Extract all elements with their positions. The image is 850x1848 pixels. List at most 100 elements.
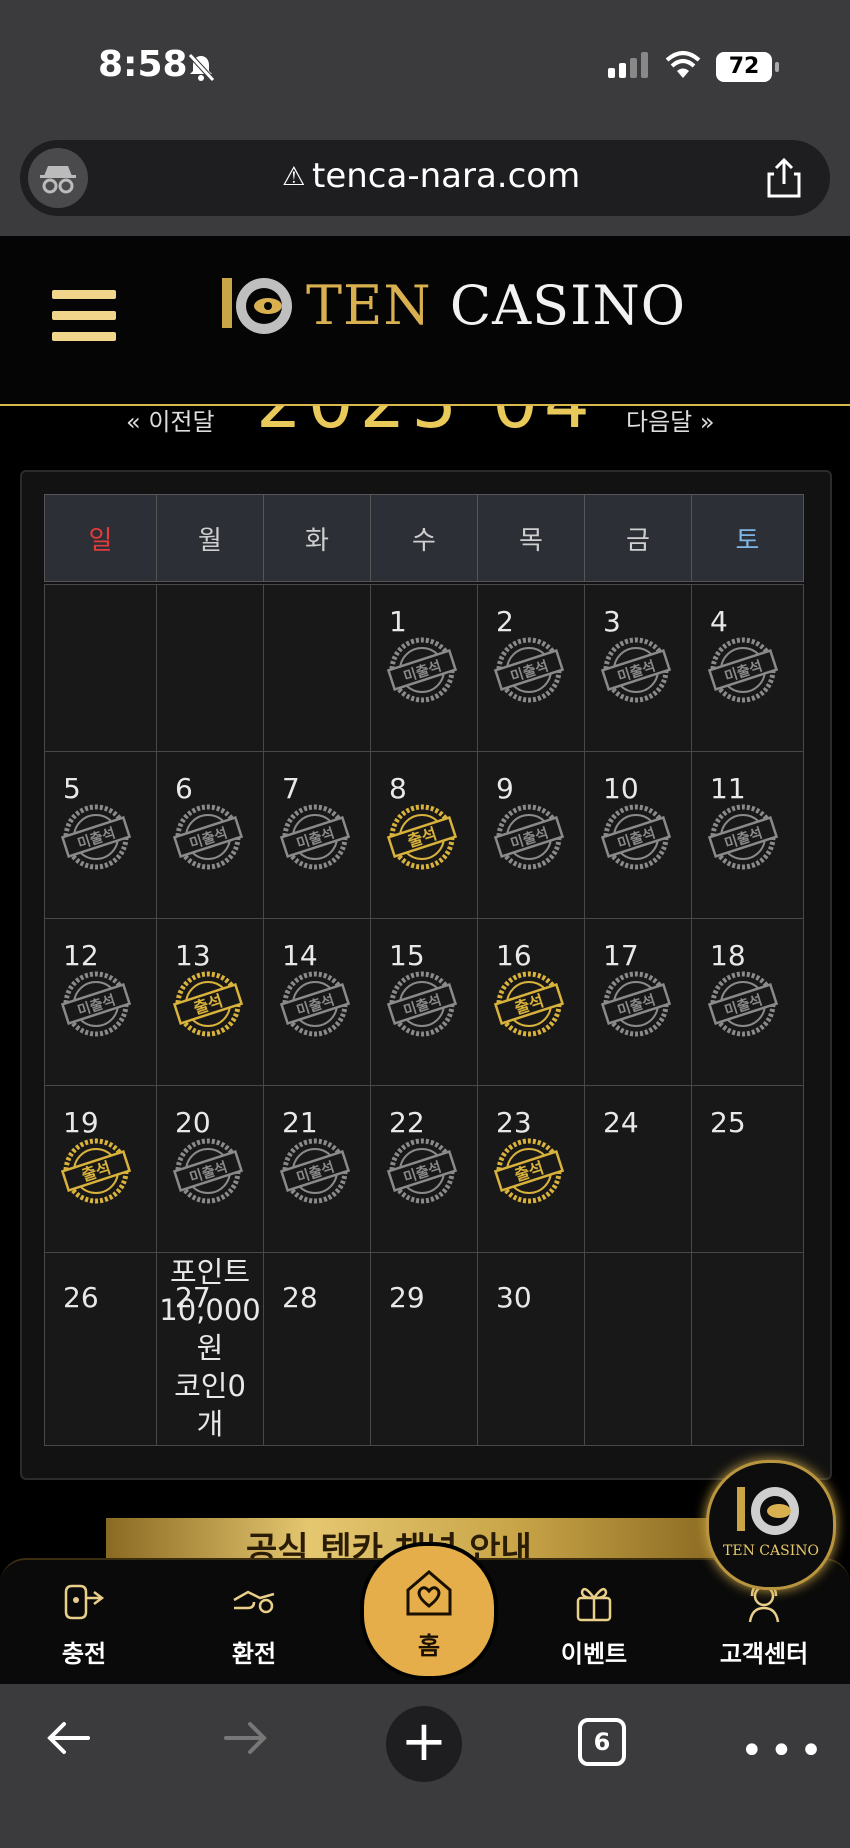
calendar-day-cell[interactable]: 22 미출석 — [370, 1085, 478, 1253]
svg-text:출석: 출석 — [79, 1158, 113, 1185]
warning-icon: ⚠ — [282, 162, 306, 192]
floating-logo-text: TEN CASINO — [723, 1543, 819, 1559]
browser-url-area: ⚠ tenca-nara.com — [0, 130, 850, 236]
month-navigation: « 이전달 2025 04 다음달 » — [0, 406, 850, 442]
new-tab-button[interactable]: + — [386, 1706, 462, 1782]
calendar-day-cell[interactable]: 17 미출석 — [584, 918, 692, 1086]
absent-stamp-icon: 미출석 — [387, 1138, 457, 1204]
weekday-sun: 일 — [44, 494, 157, 582]
wifi-icon — [665, 51, 701, 78]
attended-stamp-icon: 출석 — [173, 971, 243, 1037]
attended-stamp-icon: 출석 — [61, 1138, 131, 1204]
calendar-day-cell[interactable] — [156, 584, 264, 752]
nav-charge[interactable]: 충전 — [24, 1560, 144, 1686]
day-number: 7 — [282, 772, 300, 805]
day-number: 6 — [175, 772, 193, 805]
logo[interactable]: TEN CASINO — [218, 270, 686, 340]
calendar-day-cell[interactable]: 11 미출석 — [691, 751, 804, 919]
home-heart-icon — [406, 1570, 452, 1616]
calendar-day-cell[interactable]: 3 미출석 — [584, 584, 692, 752]
calendar-day-cell[interactable]: 29 — [370, 1252, 478, 1446]
floating-logo-button[interactable]: TEN CASINO — [706, 1460, 836, 1590]
calendar-day-cell[interactable] — [584, 1252, 692, 1446]
absent-stamp-icon: 미출석 — [708, 637, 778, 703]
day-number: 9 — [496, 772, 514, 805]
nav-home-button[interactable]: 홈 — [360, 1542, 498, 1680]
absent-stamp-icon: 미출석 — [61, 971, 131, 1037]
clock: 8:58 — [98, 44, 188, 85]
back-arrow-icon[interactable] — [42, 1712, 94, 1764]
calendar-day-cell[interactable]: 27 포인트 10,000 원 코인0 개 — [156, 1252, 264, 1446]
next-month-link[interactable]: 다음달 » — [626, 406, 715, 437]
forward-arrow-icon[interactable] — [220, 1712, 272, 1764]
calendar-day-cell[interactable]: 19 출석 — [44, 1085, 157, 1253]
calendar-day-cell[interactable] — [44, 584, 157, 752]
battery-indicator: 72 — [716, 52, 779, 82]
share-icon[interactable] — [764, 156, 804, 200]
calendar-day-cell[interactable]: 5 미출석 — [44, 751, 157, 919]
nav-exchange[interactable]: 환전 — [194, 1560, 314, 1686]
calendar-day-cell[interactable]: 9 미출석 — [477, 751, 585, 919]
svg-text:출석: 출석 — [191, 991, 225, 1018]
day-number: 26 — [63, 1281, 99, 1314]
calendar-day-cell[interactable] — [263, 584, 371, 752]
calendar-day-cell[interactable]: 15 미출석 — [370, 918, 478, 1086]
calendar-day-cell[interactable]: 18 미출석 — [691, 918, 804, 1086]
reward-line: 10,000 — [159, 1293, 261, 1327]
day-number: 29 — [389, 1281, 425, 1314]
address-bar[interactable]: ⚠ tenca-nara.com — [20, 140, 830, 216]
calendar-day-cell[interactable]: 1 미출석 — [370, 584, 478, 752]
calendar-day-cell[interactable]: 13 출석 — [156, 918, 264, 1086]
more-menu-icon[interactable]: ••• — [740, 1728, 829, 1774]
incognito-icon[interactable] — [28, 148, 88, 208]
absent-stamp-icon: 미출석 — [494, 804, 564, 870]
calendar-day-cell[interactable]: 7 미출석 — [263, 751, 371, 919]
reward-line: 포인트 — [169, 1255, 251, 1289]
weekday-header: 일 월 화 수 목 금 토 — [44, 494, 804, 582]
attended-stamp-icon: 출석 — [494, 971, 564, 1037]
absent-stamp-icon: 미출석 — [494, 637, 564, 703]
weekday-tue: 화 — [263, 494, 371, 582]
prev-month-link[interactable]: « 이전달 — [126, 406, 215, 437]
tab-count-button[interactable]: 6 — [578, 1718, 626, 1766]
calendar-day-cell[interactable] — [691, 1252, 804, 1446]
reward-line: 원 — [196, 1331, 224, 1365]
absent-stamp-icon: 미출석 — [387, 971, 457, 1037]
calendar-day-cell[interactable]: 10 미출석 — [584, 751, 692, 919]
nav-event[interactable]: 이벤트 — [534, 1560, 654, 1686]
cell-signal-icon — [608, 52, 652, 78]
calendar-day-cell[interactable]: 12 미출석 — [44, 918, 157, 1086]
menu-icon[interactable] — [52, 290, 116, 353]
day-number: 3 — [603, 605, 621, 638]
calendar-day-cell[interactable]: 30 — [477, 1252, 585, 1446]
calendar-day-cell[interactable]: 2 미출석 — [477, 584, 585, 752]
calendar-day-cell[interactable]: 8 출석 — [370, 751, 478, 919]
weekday-fri: 금 — [584, 494, 692, 582]
day-number: 24 — [603, 1106, 639, 1139]
svg-text:출석: 출석 — [512, 1158, 546, 1185]
attended-stamp-icon: 출석 — [387, 804, 457, 870]
charge-icon — [64, 1584, 105, 1620]
calendar-day-cell[interactable]: 4 미출석 — [691, 584, 804, 752]
weekday-sat: 토 — [691, 494, 804, 582]
calendar-day-cell[interactable]: 21 미출석 — [263, 1085, 371, 1253]
calendar-day-cell[interactable]: 20 미출석 — [156, 1085, 264, 1253]
calendar-day-cell[interactable]: 26 — [44, 1252, 157, 1446]
gift-icon — [576, 1587, 612, 1622]
absent-stamp-icon: 미출석 — [708, 804, 778, 870]
weekday-thu: 목 — [477, 494, 585, 582]
absent-stamp-icon: 미출석 — [708, 971, 778, 1037]
calendar-day-cell[interactable]: 14 미출석 — [263, 918, 371, 1086]
day-number: 25 — [710, 1106, 746, 1139]
calendar-day-cell[interactable]: 25 — [691, 1085, 804, 1253]
calendar-day-cell[interactable]: 24 — [584, 1085, 692, 1253]
absent-stamp-icon: 미출석 — [601, 804, 671, 870]
absent-stamp-icon: 미출석 — [280, 1138, 350, 1204]
calendar-day-cell[interactable]: 6 미출석 — [156, 751, 264, 919]
day-number: 14 — [282, 939, 318, 972]
exchange-icon — [233, 1590, 275, 1614]
calendar-day-cell[interactable]: 16 출석 — [477, 918, 585, 1086]
attended-stamp-icon: 출석 — [494, 1138, 564, 1204]
calendar-day-cell[interactable]: 28 — [263, 1252, 371, 1446]
calendar-day-cell[interactable]: 23 출석 — [477, 1085, 585, 1253]
